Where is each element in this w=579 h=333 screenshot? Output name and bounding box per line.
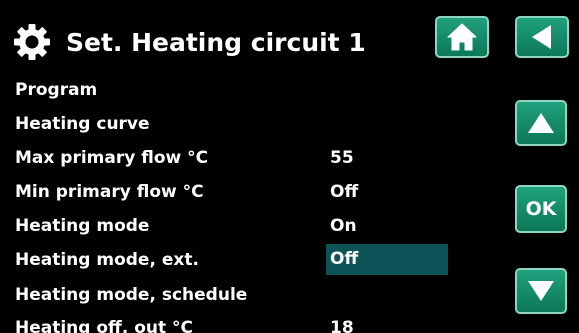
setting-label: Heating curve xyxy=(15,114,150,134)
setting-row-heating-mode[interactable]: Heating mode On xyxy=(0,209,500,243)
setting-value: Off xyxy=(330,182,359,202)
setting-label: Heating mode, ext. xyxy=(15,250,199,270)
setting-label: Max primary flow °C xyxy=(15,148,209,168)
setting-row-heating-mode-ext[interactable]: Heating mode, ext. Off xyxy=(0,243,500,277)
setting-row-min-primary-flow[interactable]: Min primary flow °C Off xyxy=(0,175,500,209)
setting-value: 18 xyxy=(330,318,354,333)
setting-label: Heating off, out °C xyxy=(15,318,194,333)
home-icon xyxy=(447,23,477,51)
setting-value: On xyxy=(330,216,357,236)
setting-label: Program xyxy=(15,80,98,100)
setting-row-heating-off-out[interactable]: Heating off, out °C 18 xyxy=(0,311,500,333)
ok-button[interactable]: OK xyxy=(515,185,567,233)
back-button[interactable] xyxy=(515,16,569,58)
down-button[interactable] xyxy=(515,268,567,314)
settings-screen: Set. Heating circuit 1 OK Program Heatin… xyxy=(0,0,579,333)
setting-value: 55 xyxy=(330,148,354,168)
gear-icon xyxy=(14,24,50,60)
up-arrow-icon xyxy=(528,113,554,133)
setting-value-selected[interactable]: Off xyxy=(326,244,448,275)
setting-label: Min primary flow °C xyxy=(15,182,204,202)
ok-label: OK xyxy=(525,198,557,220)
up-button[interactable] xyxy=(515,100,567,146)
home-button[interactable] xyxy=(435,16,489,58)
setting-row-max-primary-flow[interactable]: Max primary flow °C 55 xyxy=(0,141,500,175)
back-arrow-icon xyxy=(532,25,551,49)
setting-row-program[interactable]: Program xyxy=(0,73,500,107)
setting-label: Heating mode xyxy=(15,216,150,236)
down-arrow-icon xyxy=(528,281,554,301)
setting-row-heating-curve[interactable]: Heating curve xyxy=(0,107,500,141)
setting-row-heating-mode-schedule[interactable]: Heating mode, schedule xyxy=(0,278,500,312)
page-title: Set. Heating circuit 1 xyxy=(66,28,366,57)
setting-label: Heating mode, schedule xyxy=(15,285,248,305)
